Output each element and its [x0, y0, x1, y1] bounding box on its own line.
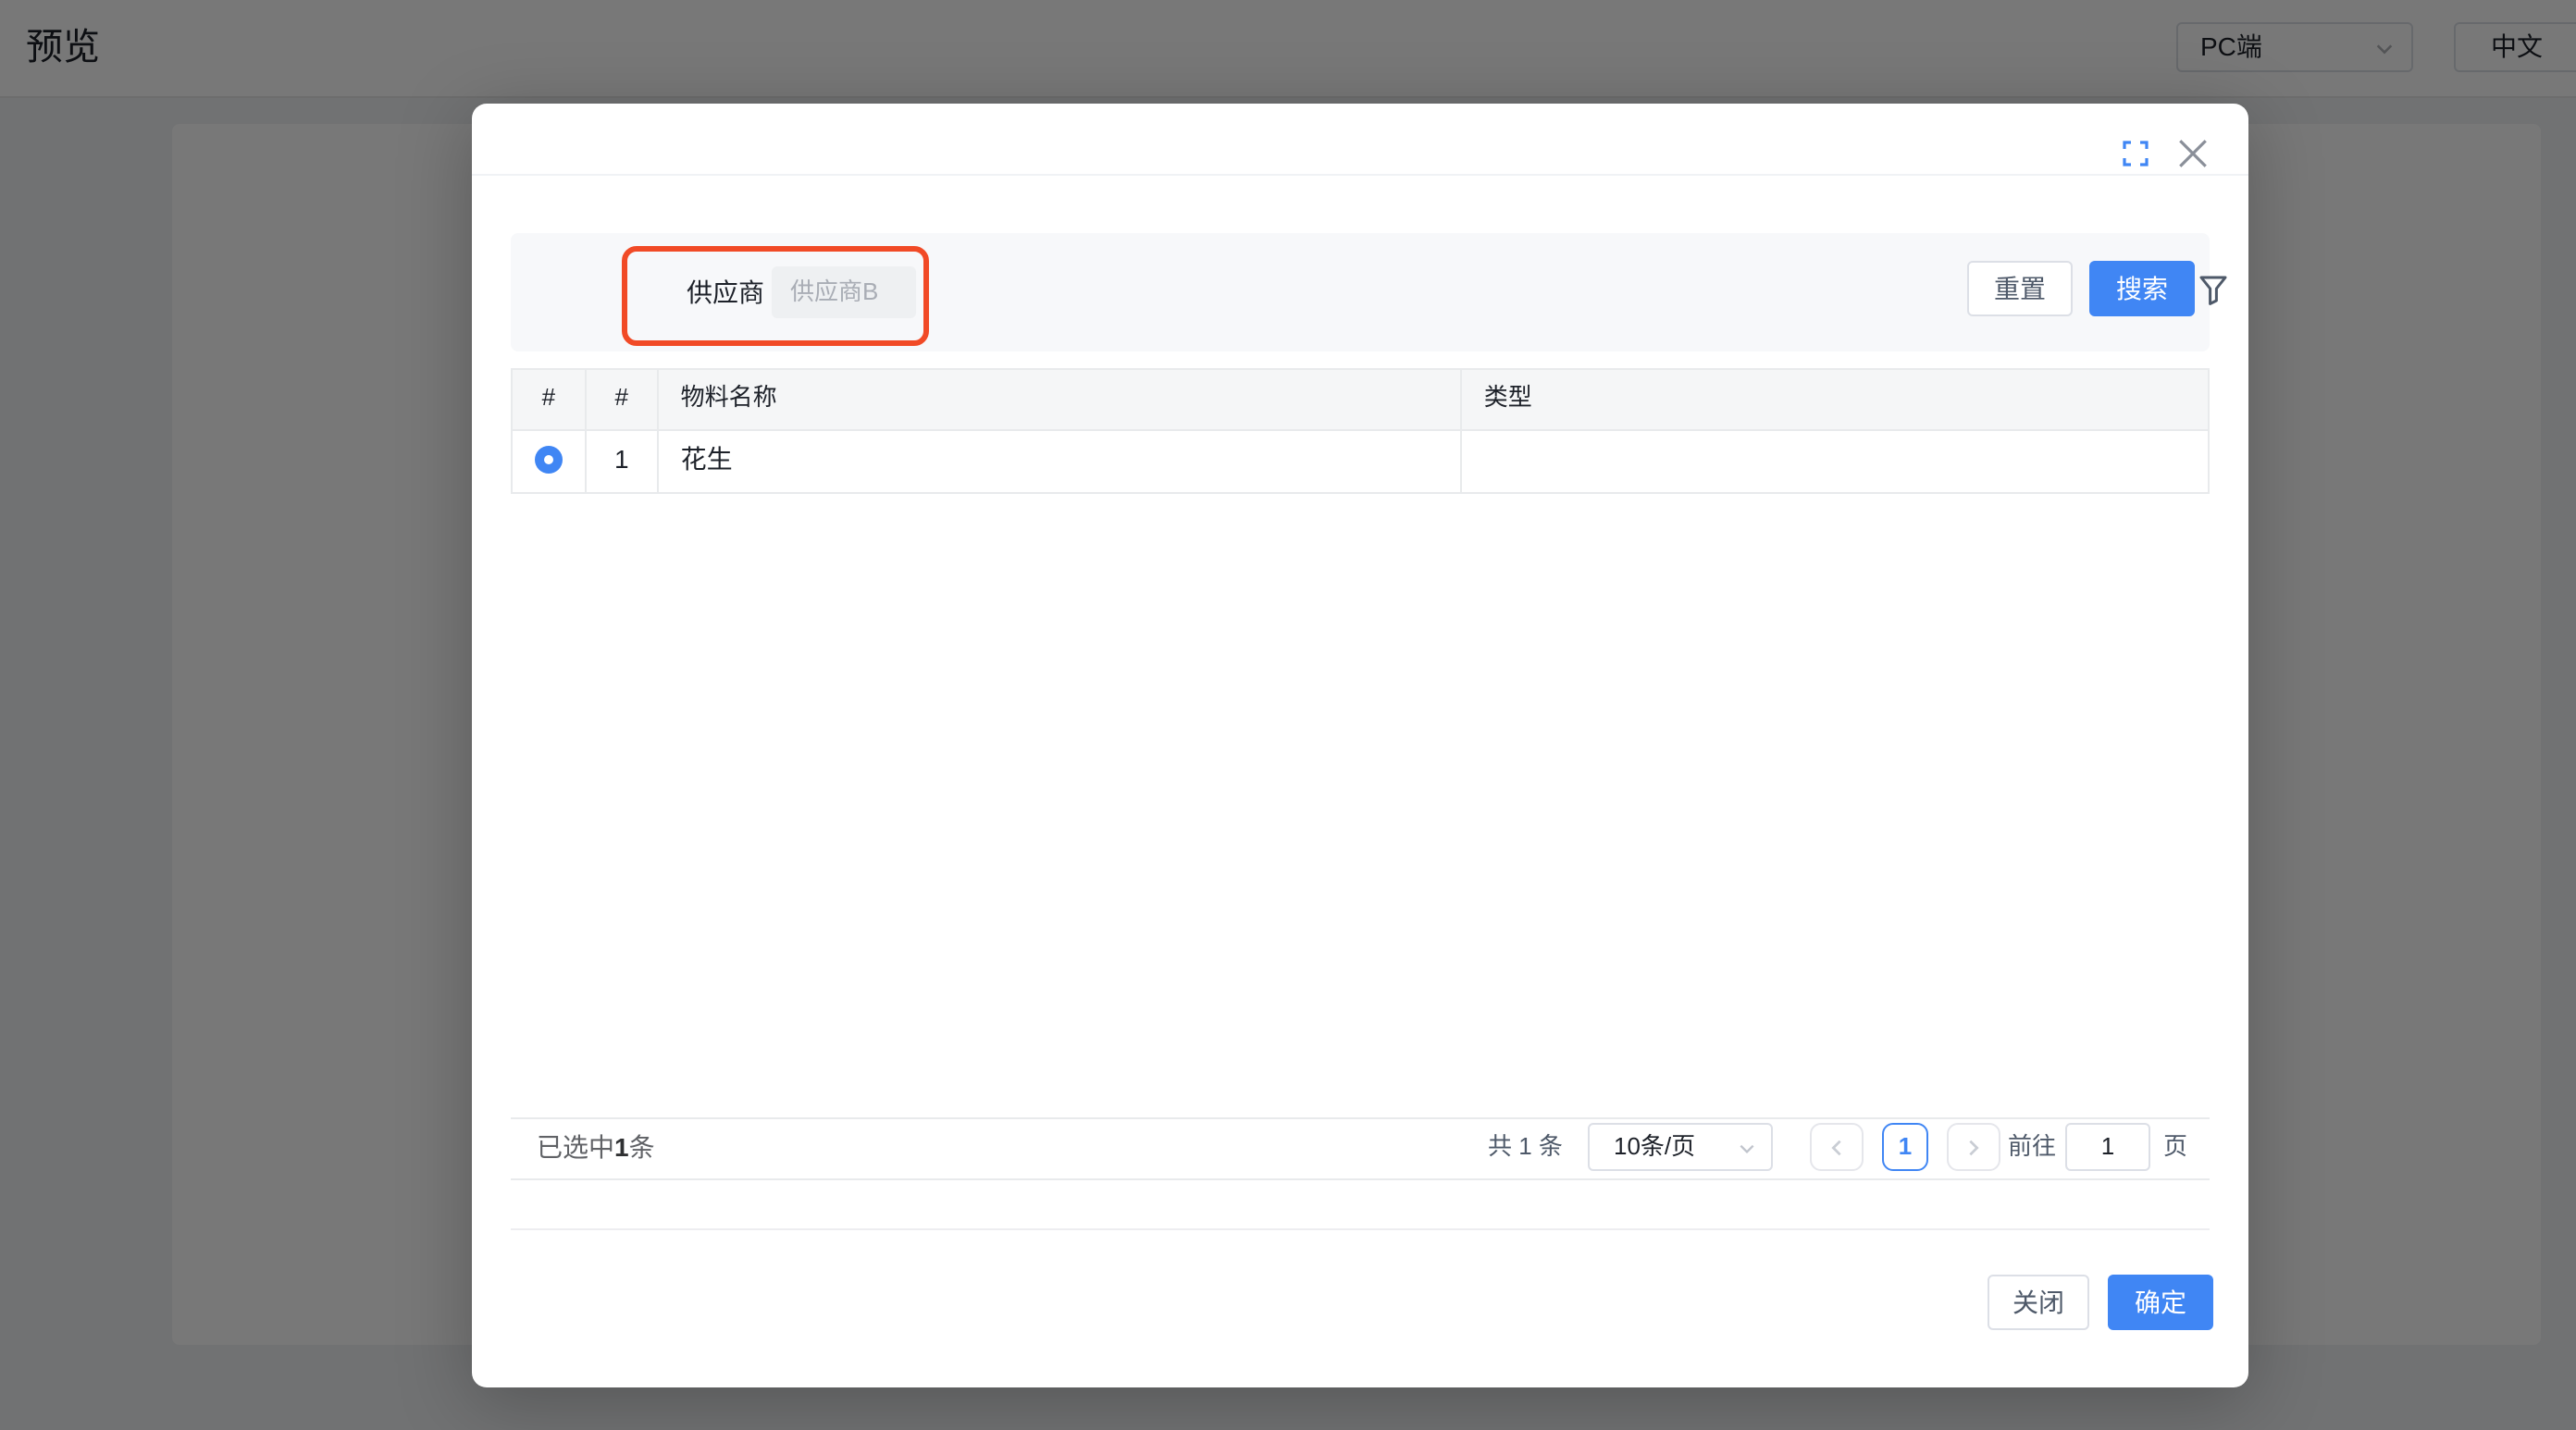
- row-index-cell: 1: [585, 431, 657, 492]
- pagination-bottom-border: [511, 1178, 2210, 1180]
- dialog-close-button[interactable]: 关闭: [1988, 1275, 2089, 1330]
- fullscreen-icon[interactable]: [2123, 141, 2149, 166]
- chevron-right-icon: [1963, 1138, 1984, 1158]
- table-bottom-border: [511, 1117, 2210, 1119]
- header-radio-col: #: [513, 370, 585, 429]
- chevron-left-icon: [1827, 1138, 1847, 1158]
- close-icon[interactable]: [2178, 139, 2208, 168]
- goto-page-label: 前往: [2008, 1123, 2056, 1171]
- prev-page-button[interactable]: [1810, 1123, 1864, 1171]
- row-type-cell: [1460, 431, 2208, 492]
- goto-page-suffix: 页: [2163, 1123, 2187, 1171]
- reset-button[interactable]: 重置: [1967, 261, 2073, 316]
- page: 预览 PC端 中文 订单编号 请输入 *供应商 供应商 *时间 2024 *录入…: [0, 0, 2576, 1430]
- dialog-header-divider: [472, 174, 2248, 176]
- selected-count-text: 已选中1条: [537, 1123, 655, 1171]
- dialog-table-header: # # 物料名称 类型: [511, 368, 2210, 431]
- radio-selected-icon[interactable]: [535, 446, 563, 474]
- dialog-table: # # 物料名称 类型 1 花生: [511, 368, 2210, 494]
- table-row[interactable]: 1 花生: [511, 431, 2210, 494]
- total-count-text: 共 1 条: [1488, 1123, 1563, 1171]
- page-size-select[interactable]: 10条/页: [1588, 1123, 1773, 1171]
- current-page-button[interactable]: 1: [1882, 1123, 1928, 1171]
- annotation-highlight: [622, 246, 929, 346]
- header-index-col: #: [585, 370, 657, 429]
- row-radio-cell[interactable]: [513, 431, 585, 492]
- next-page-button[interactable]: [1947, 1123, 2000, 1171]
- chevron-down-icon: [1738, 1140, 1756, 1158]
- row-material-name-cell: 花生: [657, 431, 1460, 492]
- header-type-col: 类型: [1460, 370, 2208, 429]
- goto-page-input[interactable]: 1: [2065, 1123, 2150, 1171]
- dialog-confirm-button[interactable]: 确定: [2108, 1275, 2213, 1330]
- page-size-value: 10条/页: [1614, 1125, 1695, 1169]
- filter-icon[interactable]: [2198, 274, 2228, 307]
- supplier-select-dialog: 供应商 供应商B 重置 搜索 # # 物料名称 类型 1 花生: [472, 104, 2248, 1387]
- dialog-footer-divider: [511, 1228, 2210, 1230]
- header-material-name-col: 物料名称: [657, 370, 1460, 429]
- search-button[interactable]: 搜索: [2089, 261, 2195, 316]
